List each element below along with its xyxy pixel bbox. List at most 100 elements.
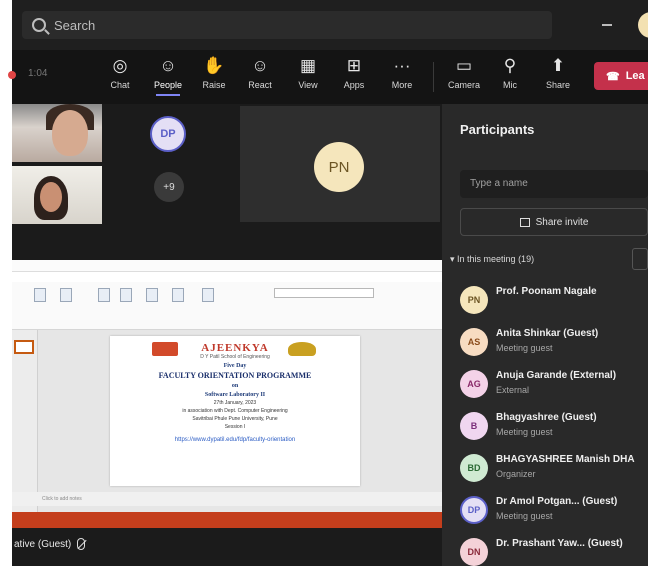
video-tile-pn[interactable]: PN (240, 106, 440, 222)
powerpoint-workspace: AJEENKYA D Y Patil School of Engineering… (12, 330, 442, 518)
powerpoint-status-bar (12, 512, 442, 528)
participant-name: Prof. Poonam Nagale (496, 286, 597, 297)
toolbar-divider (433, 62, 434, 92)
toolbar-apps-button[interactable]: ⊞ Apps (334, 54, 374, 90)
more-options-icon[interactable] (602, 24, 612, 26)
slide-thumbnail (14, 340, 34, 354)
powerpoint-ribbon (12, 282, 442, 330)
participant-row[interactable]: PN Prof. Poonam Nagale (460, 280, 648, 322)
toolbar-button-label: Apps (343, 80, 365, 90)
raise-hand-icon: ✋ (203, 56, 225, 75)
video-tile-participant-2[interactable] (12, 166, 102, 224)
toolbar-button-label: React (248, 80, 272, 90)
participant-avatar: AG (460, 370, 488, 398)
section-label: In this meeting (19) (457, 254, 535, 264)
participant-name: Bhagyashree (Guest) (496, 412, 597, 423)
participant-name: Dr. Prashant Yaw... (Guest) (496, 538, 623, 549)
share-invite-label: Share invite (535, 216, 589, 228)
participant-row[interactable]: DP Dr Amol Potgan... (Guest) Meeting guest (460, 490, 648, 532)
participant-role: Meeting guest (496, 427, 553, 437)
toolbar-people-button[interactable]: ☺ People (148, 54, 188, 96)
mute-all-button[interactable] (632, 248, 648, 270)
slide-on: on (231, 383, 239, 389)
powerpoint-title-bar (12, 260, 442, 272)
leave-label: Lea (625, 70, 645, 82)
camera-icon: ▭ (455, 56, 473, 75)
title-bar: Search (12, 0, 648, 50)
slide-program: FACULTY ORIENTATION PROGRAMME (158, 371, 312, 380)
ribbon-icon (98, 288, 110, 302)
toolbar-view-button[interactable]: ▦ View (288, 54, 328, 90)
avatar-pn: PN (314, 142, 364, 192)
toolbar-camera-button[interactable]: ▭ Camera (444, 54, 484, 90)
slide-line: Five Day (223, 363, 247, 369)
college-logo-icon (152, 342, 178, 356)
people-icon: ☺ (159, 56, 177, 75)
react-icon: ☺ (251, 56, 269, 75)
toolbar-react-button[interactable]: ☺ React (240, 54, 280, 90)
avatar-dp[interactable]: DP (150, 116, 186, 152)
participant-search-input[interactable]: Type a name (460, 170, 648, 198)
toolbar-chat-button[interactable]: ◎ Chat (100, 54, 140, 90)
search-icon (32, 18, 46, 32)
meeting-timer: 1:04 (28, 68, 48, 79)
toolbar-button-label: People (153, 80, 183, 90)
slide-session: Session I (224, 424, 246, 430)
phone-icon: ☎ (606, 70, 620, 83)
slide-title: AJEENKYA (201, 342, 269, 354)
mic-off-icon (77, 538, 86, 550)
share-invite-button[interactable]: Share invite (460, 208, 648, 236)
toolbar-share-button[interactable]: ⬆ Share (538, 54, 578, 90)
participant-name: Anuja Garande (External) (496, 370, 617, 381)
mic-icon: ⚲ (503, 56, 517, 75)
more-icon: ··· (393, 56, 411, 75)
university-logo-icon (288, 342, 316, 356)
participant-row[interactable]: AG Anuja Garande (External) External (460, 364, 648, 406)
user-avatar[interactable] (638, 12, 648, 38)
ribbon-icon (202, 288, 214, 302)
ribbon-icon (120, 288, 132, 302)
participant-row[interactable]: B Bhagyashree (Guest) Meeting guest (460, 406, 648, 448)
apps-icon: ⊞ (346, 56, 362, 75)
slide-canvas: AJEENKYA D Y Patil School of Engineering… (110, 336, 360, 486)
participant-role: Meeting guest (496, 511, 553, 521)
toolbar-button-label: More (391, 80, 413, 90)
shared-screen[interactable]: AJEENKYA D Y Patil School of Engineering… (12, 260, 442, 528)
search-input[interactable]: Search (22, 11, 552, 39)
participants-panel: Participants Type a name Share invite ▾ … (442, 104, 648, 566)
slide-dates: 27th January, 2023 (213, 400, 257, 406)
slide-notes: Click to add notes (12, 492, 442, 506)
participant-avatar: AS (460, 328, 488, 356)
more-participants-badge[interactable]: +9 (154, 172, 184, 202)
toolbar-mic-button[interactable]: ⚲ Mic (490, 54, 530, 90)
participant-name: Anita Shinkar (Guest) (496, 328, 599, 339)
toolbar-raise-button[interactable]: ✋ Raise (194, 54, 234, 90)
participant-role: Organizer (496, 469, 536, 479)
ribbon-icon (172, 288, 184, 302)
participant-role: External (496, 385, 530, 395)
toolbar-button-label: Mic (503, 80, 517, 90)
powerpoint-ribbon-tabs (12, 272, 442, 282)
participant-avatar: BD (460, 454, 488, 482)
leave-button[interactable]: ☎ Lea (594, 62, 648, 90)
slide-thumbnails (12, 330, 38, 518)
toolbar-button-label: Share (545, 80, 571, 90)
participant-avatar: B (460, 412, 488, 440)
participant-avatar: DN (460, 538, 488, 566)
video-tile-participant-1[interactable] (12, 104, 102, 162)
ribbon-icon (60, 288, 72, 302)
participant-row[interactable]: BD BHAGYASHREE Manish DHA Organizer (460, 448, 648, 490)
toolbar-button-label: Raise (202, 80, 226, 90)
participant-row[interactable]: AS Anita Shinkar (Guest) Meeting guest (460, 322, 648, 364)
view-icon: ▦ (299, 56, 317, 75)
in-meeting-section-toggle[interactable]: ▾ In this meeting (19) (450, 254, 534, 265)
participant-row[interactable]: DN Dr. Prashant Yaw... (Guest) (460, 532, 648, 566)
toolbar-button-label: View (298, 80, 318, 90)
presenter-name: ative (Guest) (14, 538, 72, 550)
slide-link: https://www.dypatil.edu/fdp/faculty-orie… (174, 437, 296, 443)
participant-name: Dr Amol Potgan... (Guest) (496, 496, 618, 507)
share-icon: ⬆ (550, 56, 566, 75)
ribbon-icon (34, 288, 46, 302)
toolbar-more-button[interactable]: ··· More (382, 54, 422, 90)
panel-title: Participants (460, 122, 535, 137)
